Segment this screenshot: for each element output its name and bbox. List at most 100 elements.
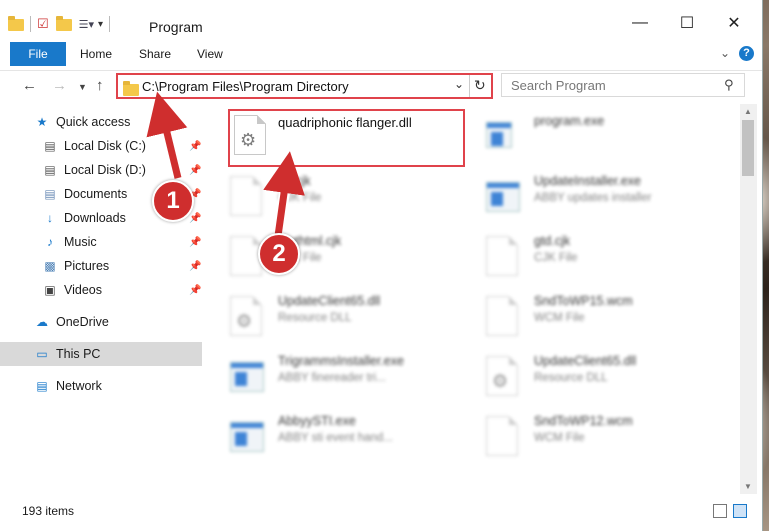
- close-button[interactable]: ✕: [711, 8, 757, 38]
- tab-view[interactable]: View: [197, 47, 223, 61]
- large-icons-view-icon[interactable]: [733, 504, 747, 518]
- divider: [469, 75, 470, 97]
- file-name: program.exe: [534, 114, 605, 128]
- sidebar-item-this-pc[interactable]: ▭ This PC: [0, 342, 202, 366]
- file-type: ABBY finereader tri...: [278, 372, 386, 384]
- sidebar-item-local-disk-c[interactable]: ▤ Local Disk (C:) 📌: [0, 134, 202, 158]
- properties-icon[interactable]: ☑: [37, 16, 49, 32]
- sidebar-item-quick-access[interactable]: ★ Quick access: [0, 110, 202, 134]
- drive-icon: ▤: [44, 139, 56, 153]
- address-bar[interactable]: C:\Program Files\Program Directory ⌄ ↻: [116, 73, 493, 99]
- sidebar-item-local-disk-d[interactable]: ▤ Local Disk (D:) 📌: [0, 158, 202, 182]
- sidebar-item-onedrive[interactable]: ☁ OneDrive: [0, 310, 202, 334]
- pin-icon[interactable]: 📌: [189, 261, 201, 272]
- expand-ribbon-icon[interactable]: ⌄: [720, 46, 730, 60]
- highlighted-file-item[interactable]: ⚙ quadriphonic flanger.dll: [228, 109, 465, 167]
- address-path[interactable]: C:\Program Files\Program Directory: [142, 79, 349, 94]
- refresh-icon[interactable]: ↻: [474, 77, 486, 94]
- quick-access-toolbar: ☑ ☰▾ ▾: [8, 16, 112, 32]
- pin-icon[interactable]: 📌: [189, 237, 201, 248]
- file-name: UpdateInstaller.exe: [534, 174, 642, 188]
- customize-icon[interactable]: ☰▾: [79, 18, 94, 31]
- pin-icon[interactable]: 📌: [189, 165, 201, 176]
- list-item[interactable]: ⚙ UpdateClient65.dll Resource DLL: [208, 288, 448, 344]
- sidebar-item-label: Local Disk (C:): [64, 139, 146, 153]
- close-icon: ✕: [727, 15, 741, 32]
- sidebar-item-music[interactable]: ♪ Music 📌: [0, 230, 202, 254]
- file-name: ...t.cjk: [278, 174, 311, 188]
- scroll-up-icon[interactable]: ▲: [744, 107, 752, 116]
- sidebar-item-label: Documents: [64, 187, 128, 201]
- list-item[interactable]: ...t.cjk CJK File: [208, 168, 448, 224]
- chevron-down-icon[interactable]: ⌄: [454, 77, 464, 91]
- sidebar-item-label: Quick access: [56, 115, 131, 129]
- divider: [30, 16, 31, 32]
- pin-icon[interactable]: 📌: [189, 285, 201, 296]
- tab-share[interactable]: Share: [139, 47, 171, 61]
- status-bar: 193 items: [0, 497, 762, 527]
- maximize-button[interactable]: ☐: [664, 8, 710, 38]
- drive-icon: ▤: [44, 163, 56, 177]
- document-icon: [486, 296, 520, 338]
- file-type: Resource DLL: [278, 312, 352, 324]
- forward-arrow-icon[interactable]: →: [52, 77, 67, 94]
- sidebar-item-label: Videos: [64, 283, 102, 297]
- vertical-scrollbar[interactable]: ▲ ▼: [740, 104, 757, 494]
- videos-icon: ▣: [44, 283, 56, 297]
- sidebar-item-label: This PC: [56, 347, 101, 361]
- sidebar-item-videos[interactable]: ▣ Videos 📌: [0, 278, 202, 302]
- navigation-pane: ★ Quick access ▤ Local Disk (C:) 📌 ▤ Loc…: [0, 104, 208, 494]
- help-icon[interactable]: ?: [739, 46, 754, 61]
- download-icon: ↓: [47, 211, 53, 225]
- scroll-down-icon[interactable]: ▼: [744, 482, 752, 491]
- search-icon[interactable]: ⚲: [724, 77, 734, 93]
- file-name: AbbyySTI.exe: [278, 414, 356, 428]
- callout-badge-1: 1: [152, 180, 194, 222]
- new-folder-icon[interactable]: [55, 16, 72, 31]
- file-type: Resource DLL: [534, 372, 608, 384]
- dll-file-icon: ⚙: [486, 356, 520, 398]
- back-arrow-icon[interactable]: ←: [22, 77, 37, 94]
- list-item[interactable]: gtd.cjk CJK File: [464, 228, 704, 284]
- sidebar-item-pictures[interactable]: ▩ Pictures 📌: [0, 254, 202, 278]
- pin-icon[interactable]: 📌: [189, 213, 201, 224]
- scrollbar-thumb[interactable]: [742, 120, 754, 176]
- search-placeholder[interactable]: Search Program: [511, 78, 606, 93]
- minimize-icon: —: [632, 14, 648, 31]
- sidebar-item-network[interactable]: ▤ Network: [0, 374, 202, 398]
- sidebar-item-label: Pictures: [64, 259, 110, 273]
- list-item[interactable]: AbbyySTI.exe ABBY sti event hand...: [208, 408, 448, 464]
- list-item[interactable]: ...uthtml.cjk CJK File: [208, 228, 448, 284]
- title-bar: ☑ ☰▾ ▾ Program — ☐ ✕: [0, 0, 762, 40]
- sidebar-item-label: Local Disk (D:): [64, 163, 146, 177]
- documents-icon: ▤: [44, 187, 56, 201]
- file-name: SndToWP12.wcm: [534, 414, 633, 428]
- details-view-icon[interactable]: [713, 504, 727, 518]
- sidebar-item-label: Music: [64, 235, 97, 249]
- computer-icon: ▭: [36, 347, 48, 361]
- chevron-down-icon[interactable]: ▾: [98, 19, 103, 30]
- file-type: WCM File: [534, 432, 585, 444]
- file-name: quadriphonic flanger.dll: [278, 115, 412, 130]
- exe-file-icon: [230, 356, 264, 398]
- list-item[interactable]: SndToWP15.wcm WCM File: [464, 288, 704, 344]
- file-type: ABBY sti event hand...: [278, 432, 393, 444]
- ribbon-tabs: File Home Share View ⌄: [0, 42, 762, 66]
- callout-badge-2: 2: [258, 233, 300, 275]
- up-arrow-icon[interactable]: ↑: [96, 77, 104, 94]
- file-name: gtd.cjk: [534, 234, 571, 248]
- tab-file[interactable]: File: [10, 42, 66, 66]
- list-item[interactable]: UpdateInstaller.exe ABBY updates install…: [464, 168, 704, 224]
- divider: [109, 16, 111, 32]
- sidebar-item-label: OneDrive: [56, 315, 109, 329]
- minimize-button[interactable]: —: [617, 8, 663, 38]
- recent-locations-icon[interactable]: ▼: [78, 82, 87, 92]
- tab-home[interactable]: Home: [80, 47, 112, 61]
- list-item[interactable]: program.exe: [464, 108, 704, 164]
- search-box[interactable]: Search Program ⚲: [501, 73, 745, 97]
- list-item[interactable]: SndToWP12.wcm WCM File: [464, 408, 704, 464]
- pin-icon[interactable]: 📌: [189, 141, 201, 152]
- sidebar-item-label: Downloads: [64, 211, 126, 225]
- list-item[interactable]: TrigrammsInstaller.exe ABBY finereader t…: [208, 348, 448, 404]
- list-item[interactable]: ⚙ UpdateClient65.dll Resource DLL: [464, 348, 704, 404]
